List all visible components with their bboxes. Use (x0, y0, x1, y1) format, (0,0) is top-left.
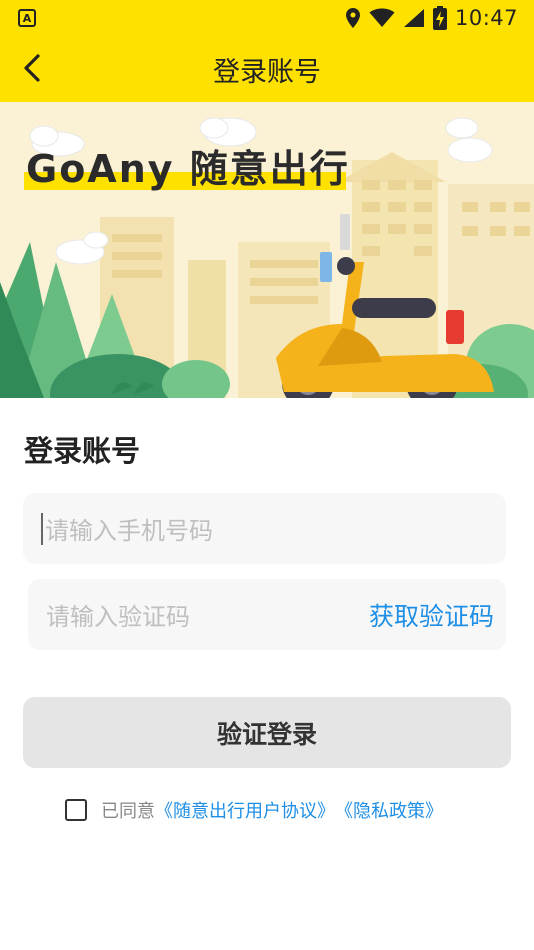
verify-login-button[interactable]: 验证登录 (23, 697, 511, 768)
agreement-row: 已同意 《随意出行用户协议》 《隐私政策》 (65, 797, 443, 823)
accessibility-a-icon: A (18, 9, 36, 27)
banner-illustration: GoAny 随意出行 (0, 102, 534, 398)
status-icons: 10:47 (345, 6, 518, 30)
phone-placeholder: 请输入手机号码 (45, 517, 213, 545)
verification-code-input[interactable]: 请输入验证码 获取验证码 (28, 579, 506, 650)
agreement-checkbox[interactable] (65, 799, 87, 821)
agreement-prefix: 已同意 (101, 801, 155, 822)
chevron-left-icon (24, 54, 40, 82)
privacy-policy-link[interactable]: 《隐私政策》 (335, 797, 443, 823)
banner-headline: GoAny 随意出行 (26, 147, 350, 191)
back-button[interactable] (14, 50, 50, 86)
status-time: 10:47 (454, 6, 518, 30)
app-bar: 登录账号 (0, 36, 534, 102)
status-bar: A 10:47 (0, 0, 534, 36)
text-caret (41, 512, 43, 545)
battery-charging-icon (432, 6, 447, 30)
location-icon (345, 8, 360, 28)
signal-icon (403, 9, 424, 27)
wifi-icon (369, 8, 395, 27)
section-title: 登录账号 (24, 434, 141, 468)
get-code-button[interactable]: 获取验证码 (369, 597, 494, 633)
user-agreement-link[interactable]: 《随意出行用户协议》 (155, 797, 335, 823)
code-placeholder: 请输入验证码 (46, 603, 190, 631)
phone-input[interactable]: 请输入手机号码 (23, 493, 506, 564)
page-title: 登录账号 (213, 56, 321, 88)
